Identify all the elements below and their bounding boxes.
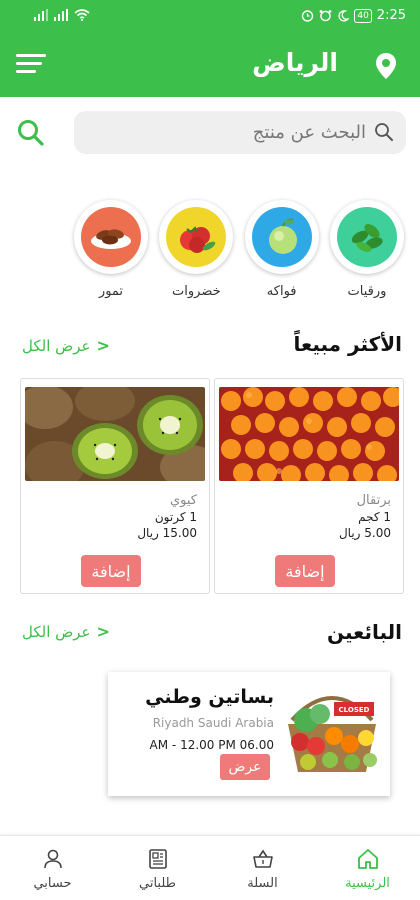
alarm-clock-icon [319, 10, 332, 22]
battery-indicator: 40 [354, 8, 372, 23]
product-card-kiwi[interactable]: كيوي 1 كرتون 15.00 ريال إضافة [20, 378, 210, 594]
kiwi-image [25, 387, 205, 481]
moon-icon [338, 9, 350, 22]
vendor-name: بساتين وطني [145, 686, 274, 708]
category-list: ورقيات فواكه خضروات تمور [74, 200, 404, 310]
category-frame [329, 200, 404, 274]
search-icon[interactable] [16, 118, 46, 148]
product-unit: 1 كرتون [154, 510, 197, 524]
alarm-icon [302, 10, 314, 22]
see-all-label: عرض الكل [22, 622, 91, 641]
add-to-cart-button[interactable]: إضافة [275, 555, 335, 587]
see-all-label: عرض الكل [22, 336, 91, 355]
dates-icon [81, 207, 141, 267]
orders-icon [148, 849, 167, 869]
view-vendor-button[interactable]: عرض [220, 754, 270, 780]
vegetables-icon [166, 207, 227, 267]
signal-icon [34, 9, 48, 21]
chevron-left-icon: < [96, 622, 110, 641]
category-frame [244, 200, 319, 274]
product-price: 15.00 ريال [137, 526, 197, 540]
category-vegetables[interactable]: خضروات [159, 200, 234, 310]
category-leafy-greens[interactable]: ورقيات [329, 200, 404, 310]
orange-image [219, 387, 399, 481]
signal-icon-2 [54, 9, 68, 21]
category-label: تمور [98, 284, 124, 299]
search-box [74, 111, 406, 154]
vendors-see-all[interactable]: < عرض الكل [22, 622, 110, 641]
nav-label: طلباتي [139, 876, 176, 891]
fruits-icon [251, 207, 312, 267]
add-to-cart-button[interactable]: إضافة [81, 555, 141, 587]
nav-basket[interactable]: السلة [210, 836, 315, 900]
product-price: 5.00 ريال [338, 526, 391, 540]
category-label: خضروات [172, 284, 221, 299]
search-field-icon [375, 123, 393, 141]
status-time: 2:25 [376, 8, 406, 23]
vendor-card[interactable]: CLOSED بساتين وطني Riyadh Saudi Arabia A… [108, 672, 390, 796]
status-bar: 40 2:25 [0, 0, 420, 34]
category-label: فواكه [266, 284, 297, 299]
wifi-icon [74, 9, 90, 21]
nav-label: السلة [247, 876, 278, 891]
home-icon [357, 849, 378, 869]
category-fruits[interactable]: فواكه [244, 200, 319, 310]
city-title[interactable]: الرياض [252, 48, 338, 77]
nav-label: الرئيسية [345, 876, 390, 891]
category-dates[interactable]: تمور [74, 200, 148, 310]
nav-label: حسابي [33, 876, 72, 891]
location-pin-icon[interactable] [374, 52, 398, 80]
closed-sign: CLOSED [339, 706, 370, 714]
nav-home[interactable]: الرئيسية [315, 836, 420, 900]
product-unit: 1 كجم [358, 510, 391, 524]
status-left [34, 9, 90, 21]
search-input[interactable] [74, 111, 406, 154]
vendor-hours: AM - 12.00 PM 06.00 [149, 738, 274, 752]
best-sellers-title: الأكثر مبيعاً [293, 332, 402, 356]
category-frame [74, 200, 148, 274]
vendor-location: Riyadh Saudi Arabia [152, 716, 274, 730]
basket-icon [252, 849, 273, 868]
product-name: كيوي [169, 493, 197, 508]
leafy-greens-icon [336, 207, 397, 267]
bottom-nav: الرئيسية السلة طلباتي حسابي [0, 835, 420, 900]
chevron-left-icon: < [96, 336, 110, 355]
category-frame [159, 200, 234, 274]
account-icon [43, 849, 62, 869]
product-card-orange[interactable]: برتقال 1 كجم 5.00 ريال إضافة [214, 378, 404, 594]
status-right: 40 2:25 [301, 8, 406, 23]
app-bar: الرياض [0, 34, 420, 97]
vendor-image: CLOSED [284, 680, 380, 774]
category-label: ورقيات [347, 284, 387, 299]
best-sellers-see-all[interactable]: < عرض الكل [22, 336, 110, 355]
vendors-title: البائعين [327, 620, 402, 644]
product-name: برتقال [356, 493, 391, 508]
menu-icon[interactable] [16, 54, 48, 76]
nav-orders[interactable]: طلباتي [105, 836, 210, 900]
nav-account[interactable]: حسابي [0, 836, 105, 900]
